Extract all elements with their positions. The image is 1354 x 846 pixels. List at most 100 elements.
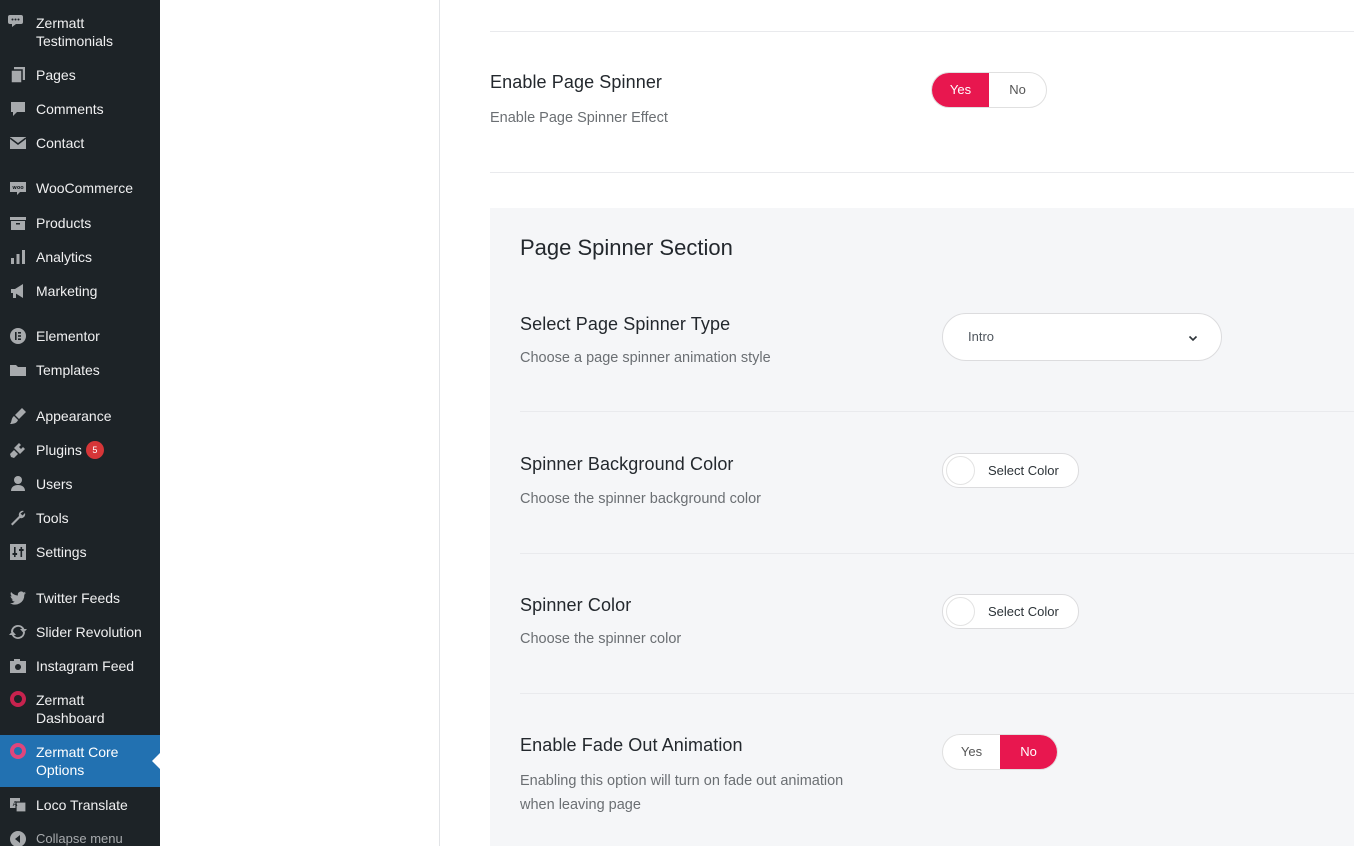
sidebar-item-label: Users (36, 475, 73, 492)
sidebar-item-label: WooCommerce (36, 179, 133, 196)
sidebar-item-label: Loco Translate (36, 796, 128, 813)
sidebar-item-label: Contact (36, 134, 85, 151)
option-title: Spinner Color (520, 595, 632, 615)
divider (490, 172, 1354, 173)
option-description: Choose the spinner background color (520, 491, 762, 507)
sidebar-item-pages[interactable]: Pages (0, 64, 160, 86)
plugin-icon (8, 440, 28, 460)
fade-out-toggle: Yes No (942, 734, 1058, 770)
divider (520, 693, 1354, 694)
selected-value: Intro (968, 329, 995, 344)
svg-text:woo: woo (12, 185, 24, 191)
sidebar-item-elementor[interactable]: Elementor (0, 325, 160, 347)
options-panel: Enable Page Spinner Enable Page Spinner … (440, 0, 1354, 846)
sidebar-item-label: Pages (36, 66, 76, 83)
translate-icon: A (8, 795, 28, 815)
divider (520, 411, 1354, 412)
sidebar-item-label: Comments (36, 100, 104, 117)
sidebar-item-woocommerce[interactable]: woo WooCommerce (0, 177, 160, 199)
option-title: Select Page Spinner Type (520, 314, 731, 334)
spinner-type-select[interactable]: Intro (942, 313, 1222, 361)
envelope-icon (8, 133, 28, 153)
megaphone-icon (8, 281, 28, 301)
twitter-bird-icon (8, 588, 28, 608)
sidebar-item-label: Zermatt Dashboard (36, 691, 105, 727)
collapse-arrow-icon (8, 829, 28, 846)
option-description: Choose a page spinner animation style (520, 350, 771, 366)
option-title: Enable Page Spinner (490, 72, 663, 92)
sidebar-item-zermatt-testimonials[interactable]: Zermatt Testimonials (0, 12, 160, 52)
refresh-icon (8, 622, 28, 642)
sidebar-item-analytics[interactable]: Analytics (0, 246, 160, 268)
update-count-badge: 5 (85, 440, 104, 459)
page-spinner-section: Page Spinner Section Select Page Spinner… (490, 208, 1354, 846)
sidebar-item-instagram-feed[interactable]: Instagram Feed (0, 655, 160, 677)
sidebar-item-comments[interactable]: Comments (0, 98, 160, 120)
folder-icon (8, 360, 28, 380)
spinner-color-picker[interactable]: Select Color (942, 594, 1079, 629)
sidebar-item-label: Zermatt Core Options (36, 743, 119, 779)
sidebar-item-label: Settings (36, 543, 87, 560)
collapse-menu-label: Collapse menu (36, 830, 123, 846)
divider (520, 553, 1354, 554)
option-description: Enable Page Spinner Effect (490, 110, 668, 126)
camera-icon (8, 656, 28, 676)
yes-button[interactable]: Yes (932, 73, 989, 107)
select-color-label: Select Color (988, 463, 1059, 478)
speech-bubbles-icon (8, 12, 28, 32)
sidebar-item-settings[interactable]: Settings (0, 541, 160, 563)
comment-icon (8, 99, 28, 119)
woo-icon: woo (8, 178, 28, 198)
sidebar-item-appearance[interactable]: Appearance (0, 405, 160, 427)
sidebar-item-users[interactable]: Users (0, 473, 160, 495)
spinner-bg-color-picker[interactable]: Select Color (942, 453, 1079, 488)
current-page-indicator (152, 753, 160, 769)
collapse-menu-button[interactable]: Collapse menu (0, 829, 160, 846)
sidebar-item-label: Analytics (36, 248, 93, 265)
sidebar-item-loco-translate[interactable]: A Loco Translate (0, 794, 160, 816)
sidebar-item-marketing[interactable]: Marketing (0, 280, 160, 302)
sidebar-item-tools[interactable]: Tools (0, 507, 160, 529)
divider (490, 31, 1354, 32)
elementor-icon (8, 326, 28, 346)
sidebar-item-templates[interactable]: Templates (0, 359, 160, 381)
sidebar-item-slider-revolution[interactable]: Slider Revolution (0, 621, 160, 643)
archive-box-icon (8, 213, 28, 233)
sidebar-item-contact[interactable]: Contact (0, 132, 160, 154)
paintbrush-icon (8, 406, 28, 426)
sidebar-item-label: Marketing (36, 282, 98, 299)
admin-sidebar: Zermatt Testimonials Pages Comments Cont… (0, 0, 160, 846)
pages-icon (8, 65, 28, 85)
sidebar-item-twitter-feeds[interactable]: Twitter Feeds (0, 587, 160, 609)
sidebar-item-label: Elementor (36, 327, 100, 344)
options-nav-column (160, 0, 440, 846)
color-swatch (946, 456, 975, 485)
option-description: Enabling this option will turn on fade o… (520, 773, 844, 813)
sidebar-item-label: Tools (36, 509, 69, 526)
sidebar-item-label: Products (36, 214, 92, 231)
option-title: Enable Fade Out Animation (520, 735, 743, 755)
zermatt-logo-icon (8, 741, 28, 761)
sidebar-item-plugins[interactable]: Plugins 5 (0, 439, 160, 461)
sidebar-item-label-wrap: Plugins 5 (36, 440, 152, 460)
sidebar-item-label: Templates (36, 361, 100, 378)
sidebar-item-zermatt-dashboard[interactable]: Zermatt Dashboard (0, 689, 160, 729)
no-button[interactable]: No (989, 73, 1046, 107)
sidebar-item-label: Appearance (36, 407, 112, 424)
sidebar-item-label: Slider Revolution (36, 623, 142, 640)
wrench-icon (8, 508, 28, 528)
sliders-icon (8, 542, 28, 562)
chevron-down-icon (1187, 331, 1199, 349)
no-button[interactable]: No (1000, 735, 1057, 769)
sidebar-item-zermatt-core-options[interactable]: Zermatt Core Options (0, 735, 160, 787)
sidebar-item-label: Zermatt Testimonials (36, 14, 114, 50)
section-title: Page Spinner Section (520, 235, 733, 260)
color-swatch (946, 597, 975, 626)
page-spinner-toggle: Yes No (931, 72, 1047, 108)
zermatt-logo-icon (8, 689, 28, 709)
svg-text:A: A (13, 800, 18, 808)
yes-button[interactable]: Yes (943, 735, 1000, 769)
option-description: Choose the spinner color (520, 631, 682, 647)
sidebar-item-products[interactable]: Products (0, 212, 160, 234)
sidebar-item-label: Twitter Feeds (36, 589, 121, 606)
